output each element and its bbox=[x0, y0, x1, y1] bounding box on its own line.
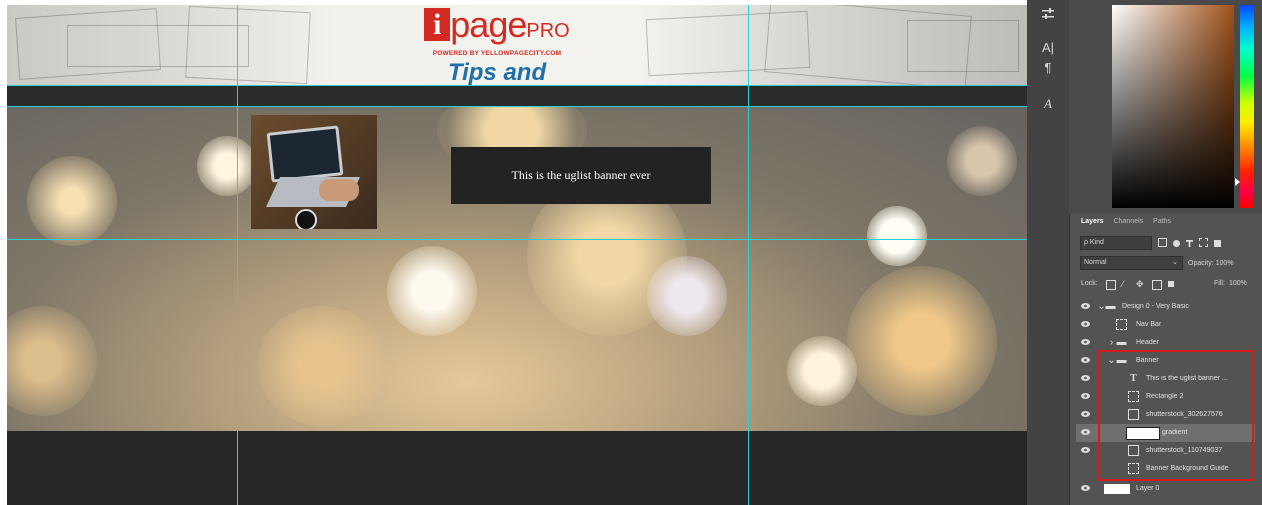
paragraph-icon[interactable]: ¶ bbox=[1027, 60, 1069, 75]
bokeh-light bbox=[787, 336, 857, 406]
visibility-eye-icon[interactable] bbox=[1081, 393, 1090, 399]
chevron-down-icon: ⌄ bbox=[1172, 259, 1178, 266]
tab-paths[interactable]: Paths bbox=[1148, 214, 1176, 229]
opacity-control[interactable]: Opacity: 100% bbox=[1188, 260, 1258, 267]
folder-icon: ▬ bbox=[1105, 301, 1116, 312]
bokeh-light bbox=[947, 126, 1017, 196]
visibility-eye-icon[interactable] bbox=[1081, 321, 1090, 327]
character-icon[interactable]: A| bbox=[1027, 40, 1069, 55]
laptop-screen bbox=[266, 125, 344, 183]
guide-horizontal[interactable] bbox=[7, 106, 1027, 107]
layer-name: Nav Bar bbox=[1136, 321, 1162, 328]
shape-filter-icon[interactable] bbox=[1199, 238, 1208, 247]
visibility-eye-icon[interactable] bbox=[1081, 303, 1090, 309]
bokeh-light bbox=[27, 156, 117, 246]
blueprint-sketch bbox=[185, 5, 311, 85]
hue-slider-handle[interactable] bbox=[1235, 178, 1240, 186]
layer-row-design[interactable]: ⌄ ▬ Design 0 - Very Basic bbox=[1076, 298, 1255, 316]
visibility-eye-icon[interactable] bbox=[1081, 357, 1090, 363]
logo-subtitle: POWERED BY YELLOWPAGECITY.COM bbox=[432, 50, 562, 57]
pixel-filter-icon[interactable] bbox=[1158, 238, 1167, 247]
filter-icons bbox=[1158, 238, 1258, 249]
bokeh-light bbox=[7, 306, 97, 416]
lock-position-icon[interactable]: ✥ bbox=[1136, 279, 1144, 290]
lock-artboard-icon[interactable] bbox=[1152, 280, 1162, 290]
bokeh-light bbox=[847, 266, 997, 416]
layer-thumbnail bbox=[1104, 484, 1130, 494]
tab-channels[interactable]: Channels bbox=[1109, 214, 1149, 229]
visibility-eye-icon[interactable] bbox=[1081, 485, 1090, 491]
layer-name: Header bbox=[1136, 339, 1159, 346]
opacity-value[interactable]: 100% bbox=[1216, 260, 1234, 267]
coffee-cup bbox=[295, 209, 317, 229]
panel-tabs: Layers Channels Paths bbox=[1076, 214, 1262, 232]
bokeh-light bbox=[257, 306, 387, 426]
blueprint-sketch bbox=[907, 20, 1019, 72]
site-header: i pagePRO POWERED BY YELLOWPAGECITY.COM T… bbox=[7, 5, 1027, 85]
layer-name: Layer 0 bbox=[1136, 485, 1160, 492]
tips-and-tricks-title: Tips and Tricks bbox=[447, 59, 547, 85]
lock-transparent-icon[interactable] bbox=[1106, 280, 1116, 290]
ipage-pro-logo: i pagePRO POWERED BY YELLOWPAGECITY.COM T… bbox=[411, 5, 583, 85]
panel-icon-strip: A| ¶ A bbox=[1027, 0, 1070, 505]
document-canvas[interactable]: i pagePRO POWERED BY YELLOWPAGECITY.COM T… bbox=[7, 5, 1027, 505]
highlight-box bbox=[1098, 350, 1254, 481]
lock-label: Lock: bbox=[1081, 280, 1098, 287]
laptop-photo bbox=[251, 115, 377, 229]
visibility-eye-icon[interactable] bbox=[1081, 375, 1090, 381]
bokeh-light bbox=[647, 256, 727, 336]
guide-vertical[interactable] bbox=[748, 5, 749, 505]
adjust-icon[interactable] bbox=[1027, 8, 1069, 23]
smart-object-filter-icon[interactable] bbox=[1214, 240, 1221, 247]
nav-bar bbox=[7, 85, 1027, 106]
lock-brush-icon[interactable]: ⁄ bbox=[1122, 279, 1124, 289]
lock-all-icon[interactable] bbox=[1168, 281, 1174, 287]
guide-horizontal[interactable] bbox=[7, 239, 1027, 240]
visibility-eye-icon[interactable] bbox=[1081, 429, 1090, 435]
fill-label: Fill: bbox=[1214, 280, 1225, 287]
fill-value[interactable]: 100% bbox=[1229, 280, 1247, 287]
bokeh-light bbox=[197, 136, 257, 196]
guide-vertical[interactable] bbox=[237, 5, 238, 505]
typing-hand bbox=[319, 179, 359, 201]
opacity-label: Opacity: bbox=[1188, 260, 1214, 267]
bokeh-light bbox=[387, 246, 477, 336]
shape-layer-icon bbox=[1116, 319, 1127, 330]
adjustment-filter-icon[interactable] bbox=[1173, 240, 1180, 247]
logo-word: pagePRO bbox=[450, 5, 570, 45]
folder-icon: ▬ bbox=[1116, 337, 1127, 348]
banner-text-box: This is the uglist banner ever bbox=[451, 147, 711, 204]
logo-mark: i bbox=[424, 8, 451, 41]
color-picker-field[interactable] bbox=[1112, 5, 1234, 208]
type-filter-icon[interactable] bbox=[1186, 240, 1193, 247]
blend-mode-select[interactable]: Normal ⌄ bbox=[1080, 256, 1183, 270]
bokeh-light bbox=[867, 206, 927, 266]
layer-row-layer-0[interactable]: Layer 0 bbox=[1076, 480, 1255, 498]
layer-row-nav-bar[interactable]: Nav Bar bbox=[1076, 316, 1255, 334]
glyphs-icon[interactable]: A bbox=[1027, 96, 1069, 112]
banner-text: This is the uglist banner ever bbox=[511, 168, 651, 182]
layer-name: Design 0 - Very Basic bbox=[1122, 303, 1189, 310]
tab-layers[interactable]: Layers bbox=[1076, 214, 1109, 229]
visibility-eye-icon[interactable] bbox=[1081, 339, 1090, 345]
layer-kind-filter[interactable]: ρ Kind bbox=[1080, 236, 1152, 250]
guide-horizontal[interactable] bbox=[7, 85, 1027, 86]
visibility-eye-icon[interactable] bbox=[1081, 411, 1090, 417]
hue-slider[interactable] bbox=[1240, 5, 1254, 208]
visibility-eye-icon[interactable] bbox=[1081, 447, 1090, 453]
